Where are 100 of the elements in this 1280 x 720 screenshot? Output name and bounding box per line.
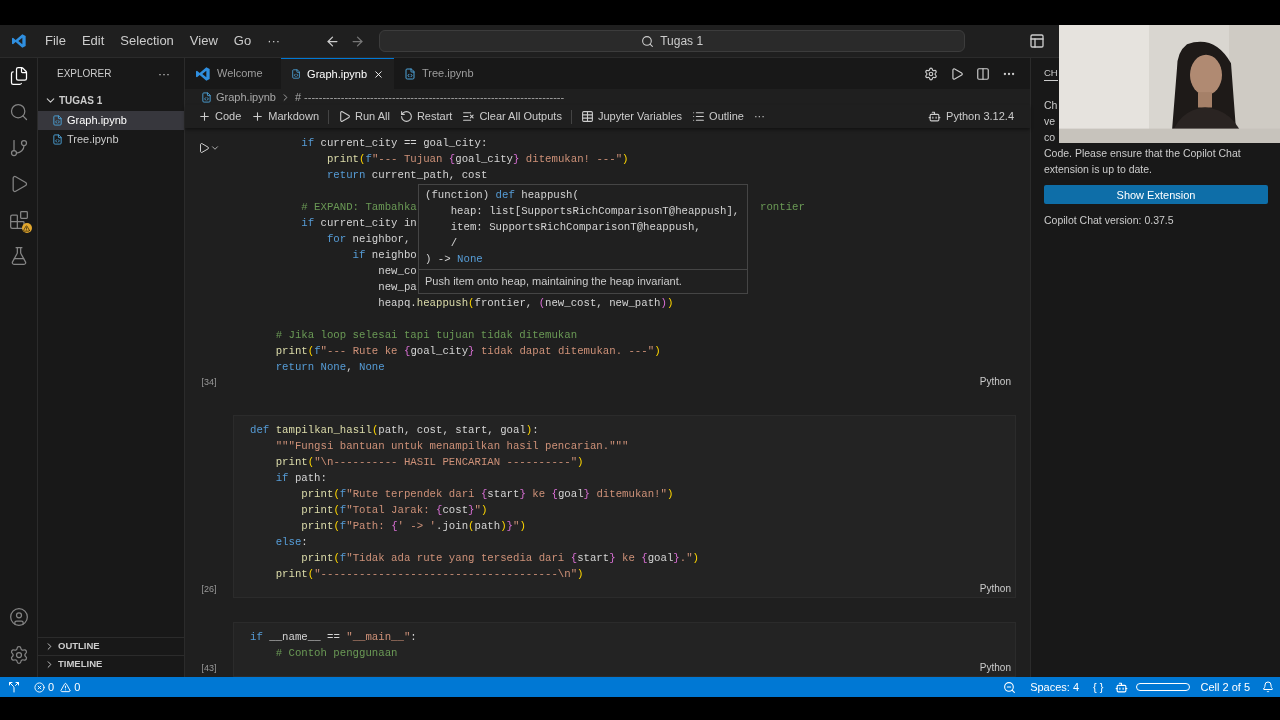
toolbar-button[interactable]: Outline [687, 108, 749, 125]
source-control-button[interactable] [8, 138, 29, 158]
breadcrumb-item[interactable]: Graph.ipynb [216, 88, 276, 106]
menu-item[interactable]: View [182, 31, 225, 51]
code-line: for neighbor, [326, 233, 411, 245]
search-button[interactable] [8, 102, 29, 122]
folder-header[interactable]: TUGAS 1 [38, 89, 103, 111]
panel-tab[interactable]: CH [1044, 66, 1058, 82]
problems-button[interactable]: 0 0 [34, 678, 81, 696]
back-button[interactable] [325, 33, 341, 49]
code-line: rontier [760, 200, 805, 215]
more-button[interactable]: ··· [158, 64, 170, 83]
menu-item[interactable]: ··· [260, 31, 288, 51]
message-text: ve [1044, 114, 1056, 130]
message-text: Ch [1044, 98, 1058, 114]
file-icon [291, 68, 302, 80]
code-line: print("-------------------------------------\n") [275, 568, 584, 580]
search-text: Tugas 1 [660, 33, 704, 50]
toolbar-button[interactable]: Restart [394, 108, 458, 125]
signature-line: / [449, 236, 459, 251]
toolbar-button[interactable]: Jupyter Variables [575, 108, 688, 125]
code-line: """Fungsi bantuan untuk menampilkan hasil pencarian.""" [275, 440, 629, 452]
toolbar-button[interactable]: Markdown [246, 108, 325, 125]
execution-count: [43] [201, 661, 217, 675]
explorer-button[interactable] [8, 66, 29, 86]
execution-count: [26] [201, 582, 217, 596]
settings-icon[interactable] [924, 66, 938, 81]
list-icon [692, 110, 706, 123]
warning-icon [60, 681, 72, 693]
vscode-logo-icon [11, 33, 27, 49]
file-icon [201, 91, 212, 103]
menu-item[interactable]: Go [226, 31, 259, 51]
code-line: if current_city == goal_city: [301, 137, 488, 149]
section-header[interactable]: OUTLINE [38, 637, 184, 655]
notebook-entry[interactable]: Graph.ipynb [38, 111, 184, 130]
code-line: # EXPAND: Tambahka [301, 201, 417, 213]
code-line: print(f"Rute terpendek dari {start} ke {goal} ditemukan!") [301, 488, 674, 500]
toolbar-button[interactable]: Clear All Outputs [457, 108, 567, 125]
message-text: Code. Please ensure that the Copilot Chat [1044, 146, 1241, 162]
layout-icon[interactable] [1029, 33, 1046, 49]
signature-line: heap: list[SupportsRichComparisonT@heappush], [449, 204, 741, 219]
table-icon [580, 110, 594, 123]
breadcrumb-item[interactable]: # ----------------------------------------------------------------------- [294, 88, 565, 106]
message-text: co [1044, 130, 1056, 146]
cell-language[interactable]: Python [979, 374, 1011, 389]
file-icon [52, 115, 63, 126]
search-icon [641, 34, 655, 48]
menu-item[interactable]: Selection [113, 31, 181, 51]
clear-list-icon [462, 110, 476, 123]
menu-item[interactable]: Edit [74, 31, 112, 51]
code-line: if current_city in [301, 217, 417, 229]
cell-language[interactable]: Python [979, 660, 1011, 675]
plus-icon [198, 110, 211, 123]
plus-icon [251, 110, 265, 123]
indentation-status[interactable]: Spaces: 4 [1030, 678, 1080, 696]
code-line: def tampilkan_hasil(path, cost, start, goal): [250, 424, 539, 436]
cell-language[interactable]: Python [979, 581, 1011, 596]
remote-icon[interactable] [8, 681, 20, 693]
split-editor-icon[interactable] [976, 66, 990, 81]
signature-line: (function) def heappush( [425, 188, 580, 203]
execution-count: [34] [201, 375, 217, 389]
code-line: heapq.heappush(frontier, (new_cost, new_path)) [378, 297, 674, 309]
signature-line: item: SupportsRichComparisonT@heappush, [449, 220, 702, 235]
show-extension-button[interactable]: Show Extension [1044, 185, 1268, 205]
file-icon [52, 134, 63, 145]
cell-status[interactable]: Cell 2 of 5 [1200, 678, 1250, 696]
extensions-button[interactable] [8, 210, 29, 230]
settings-icon[interactable] [8, 645, 29, 665]
signature-line: ) -> None [425, 252, 484, 267]
command-center-field[interactable]: Tugas 1 [379, 30, 966, 52]
menu-item[interactable]: File [38, 31, 73, 51]
code-line: return current_path, cost [326, 169, 488, 181]
error-icon [34, 681, 45, 693]
run-cell-button[interactable] [198, 142, 220, 154]
notifications-icon[interactable] [1262, 681, 1274, 693]
account-icon[interactable] [8, 607, 29, 627]
code-line: if __name__ == "__main__": [250, 631, 417, 643]
kernel-picker[interactable]: Python 3.12.4 [928, 108, 1014, 125]
code-line: return None, None [275, 361, 385, 373]
robot-icon[interactable] [1115, 680, 1129, 694]
toolbar-button[interactable]: Code [193, 108, 247, 125]
language-status[interactable]: { } [1093, 678, 1104, 696]
code-line: print(f"--- Tujuan {goal_city} ditemukan! ---") [326, 153, 629, 165]
notebook-entry[interactable]: Tree.ipynb [38, 130, 184, 149]
toolbar-button[interactable]: ··· [748, 108, 770, 125]
section-header[interactable]: TIMELINE [38, 655, 184, 673]
toolbar-button[interactable]: Run All [333, 108, 395, 125]
play-icon[interactable] [950, 66, 964, 81]
forward-button[interactable] [350, 33, 366, 49]
editor-tab[interactable]: Graph.ipynb [281, 58, 394, 89]
zoom-out-icon[interactable] [1003, 680, 1017, 694]
code-line: new_co [378, 265, 417, 277]
play-icon [338, 110, 352, 123]
message-text: extension is up to date. [1044, 162, 1152, 178]
code-line: print(f"--- Rute ke {goal_city} tidak dapat ditemukan. ---") [275, 345, 661, 357]
file-icon [404, 67, 416, 80]
code-line: # Jika loop selesai tapi tujuan tidak ditemukan [275, 329, 578, 341]
code-line: print(f"Total Jarak: {cost}") [301, 504, 488, 516]
robot-icon [928, 110, 942, 123]
sidebar-title: EXPLORER [57, 67, 112, 81]
